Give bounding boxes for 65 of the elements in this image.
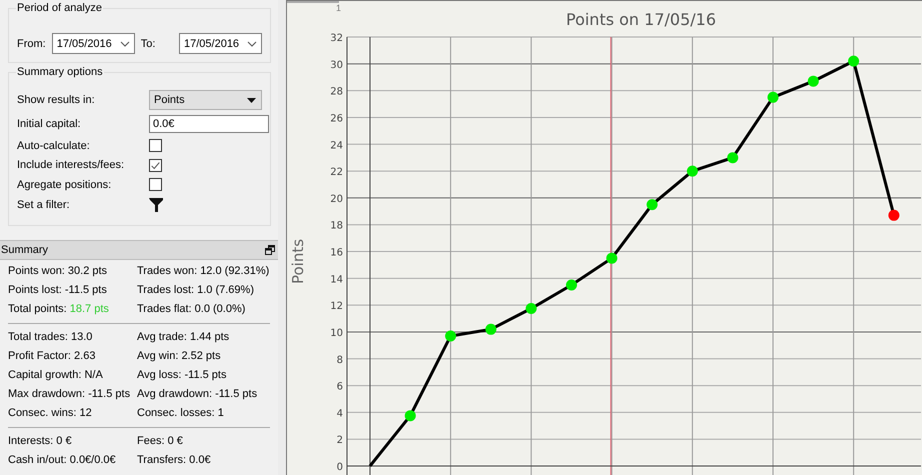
input-field[interactable]: 0.0€	[149, 115, 269, 133]
field-label: From:	[17, 38, 46, 50]
option-label: Include interests/fees:	[17, 159, 126, 172]
chevron-down-icon	[247, 40, 257, 46]
dock-title: Summary	[1, 244, 48, 256]
tick-label: 24	[330, 140, 343, 152]
stat-text: Cash in/out: 0.0€/0.0€	[8, 453, 117, 468]
stat-text: Trades won: 12.0 (92.31%)	[137, 264, 270, 279]
tick-label: 0	[336, 462, 343, 473]
stat-text: Avg win: 2.52 pts	[137, 349, 222, 364]
option-label: Auto-calculate:	[17, 140, 91, 152]
checkbox[interactable]	[149, 158, 162, 172]
group-title: Period of analyze	[16, 2, 103, 14]
dropdown-arrow-icon	[247, 98, 256, 102]
stat-text: Capital growth: N/A	[8, 368, 104, 383]
stat-text: Total trades: 13.0	[8, 330, 94, 345]
stat-text: Avg loss: -11.5 pts	[137, 368, 228, 383]
stat-text: Avg trade: 1.44 pts	[137, 330, 230, 345]
stat-text: Points won: 30.2 pts	[8, 264, 108, 279]
tick-label: 14	[330, 274, 343, 286]
checkbox[interactable]	[149, 178, 162, 192]
stat-text: Trades flat: 0.0 (0.0%)	[137, 302, 246, 317]
tick-label: 32	[330, 33, 343, 44]
check-icon	[150, 160, 161, 171]
stat-text: Consec. wins: 12	[8, 406, 93, 421]
date-picker[interactable]: 17/05/2016	[52, 33, 135, 54]
tick-label: 12	[330, 301, 343, 312]
stat-text: Max drawdown: -11.5 pts	[8, 387, 132, 402]
tick-label: 28	[330, 86, 343, 98]
stat-text: Interests: 0 €	[8, 434, 73, 449]
tick-label: 6	[336, 382, 343, 393]
option-label: Set a filter:	[17, 198, 71, 211]
field-label: To:	[140, 38, 156, 50]
tick-label: 26	[330, 113, 343, 124]
tick-label: 8	[336, 354, 343, 366]
chevron-down-icon	[120, 40, 130, 46]
ruler-label: 1	[336, 3, 342, 13]
stat-text: Total points: 18.7 pts	[8, 302, 110, 317]
checkbox[interactable]	[149, 139, 162, 152]
filter-icon[interactable]	[149, 198, 163, 212]
stat-text: Fees: 0 €	[137, 434, 184, 449]
axis-title: Points	[289, 238, 307, 284]
stat-text: Profit Factor: 2.63	[8, 349, 96, 364]
option-label: Agregate positions:	[17, 178, 112, 191]
tick-label: 22	[330, 167, 343, 178]
tick-label: 2	[336, 435, 343, 446]
stat-text: Trades lost: 1.0 (7.69%)	[137, 283, 255, 298]
stat-text: Transfers: 0.0€	[137, 453, 212, 468]
tick-label: 20	[330, 194, 343, 205]
chart-title: Points on 17/05/16	[566, 10, 716, 29]
scroll-track	[287, 1, 339, 3]
dropdown[interactable]: Points	[149, 90, 262, 110]
stat-text: Avg drawdown: -11.5 pts	[137, 387, 258, 402]
date-picker[interactable]: 17/05/2016	[179, 33, 262, 54]
tick-label: 16	[330, 248, 343, 258]
stat-text: Points lost: -11.5 pts	[8, 283, 108, 298]
float-window-icon[interactable]	[265, 245, 275, 255]
stat-text: Consec. losses: 1	[137, 406, 225, 421]
tick-label: 4	[336, 408, 343, 420]
tick-label: 18	[330, 220, 343, 232]
option-label: Initial capital:	[17, 118, 82, 130]
tick-label: 10	[330, 328, 343, 339]
tick-label: 30	[330, 60, 343, 71]
group-title: Summary options	[16, 66, 104, 78]
option-label: Show results in:	[17, 94, 96, 106]
